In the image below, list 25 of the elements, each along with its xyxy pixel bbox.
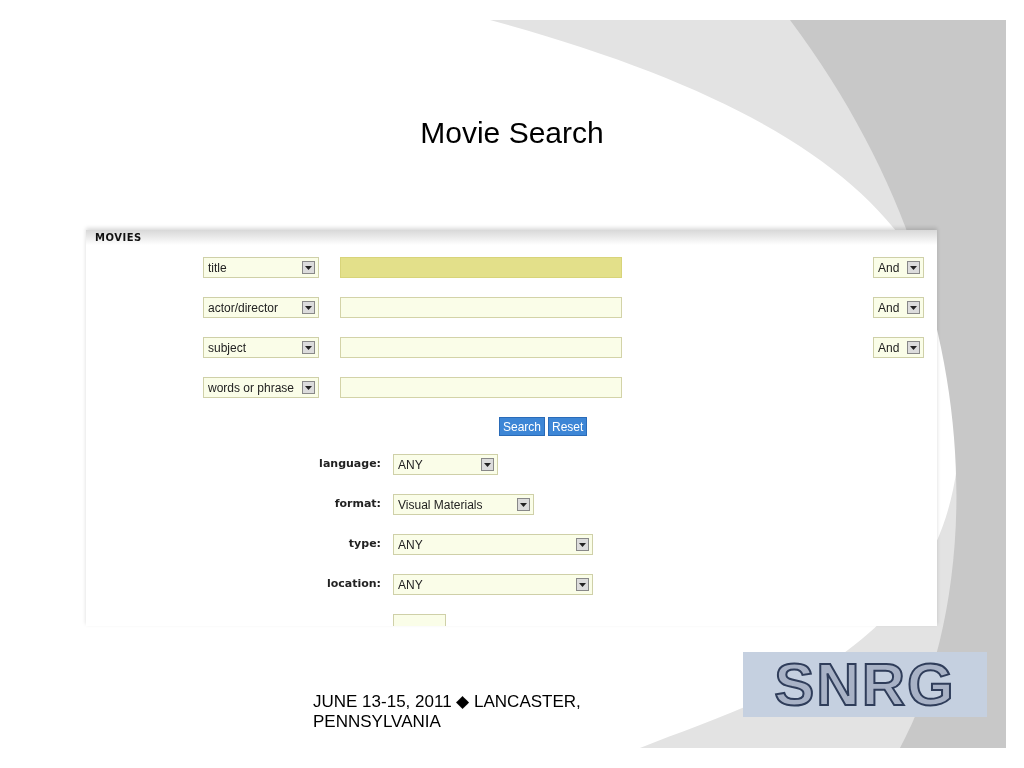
filter-select[interactable]: ANY — [393, 454, 498, 475]
operator-select[interactable]: And — [873, 297, 924, 318]
filter-label: location: — [325, 576, 381, 593]
filter-select[interactable]: ANY — [393, 534, 593, 555]
operator-select[interactable]: And — [873, 257, 924, 278]
search-input-field[interactable] — [340, 337, 622, 358]
filter-label: type: — [347, 536, 381, 553]
filter-select[interactable]: Visual Materials — [393, 494, 534, 515]
filter-label: format: — [333, 496, 381, 513]
filter-select[interactable]: ANY — [393, 574, 593, 595]
footer-text: JUNE 13-15, 2011 ◆ LANCASTER, PENNSYLVANIA — [313, 692, 582, 732]
logo: SNRG — [743, 652, 987, 717]
panel-heading: MOVIES — [95, 231, 142, 245]
slide-title: Movie Search — [420, 115, 604, 151]
field-select[interactable]: actor/director — [203, 297, 319, 318]
operator-select[interactable]: And — [873, 337, 924, 358]
form-button[interactable]: Reset — [548, 417, 588, 436]
search-input-field[interactable] — [340, 377, 622, 398]
field-select[interactable]: subject — [203, 337, 319, 358]
form-button[interactable]: Search — [499, 417, 546, 436]
field-select[interactable]: title — [203, 257, 319, 278]
field-select[interactable]: words or phrase — [203, 377, 319, 398]
filter-label: language: — [318, 456, 381, 473]
search-input-field[interactable] — [340, 297, 622, 318]
search-input-field[interactable] — [340, 257, 622, 278]
